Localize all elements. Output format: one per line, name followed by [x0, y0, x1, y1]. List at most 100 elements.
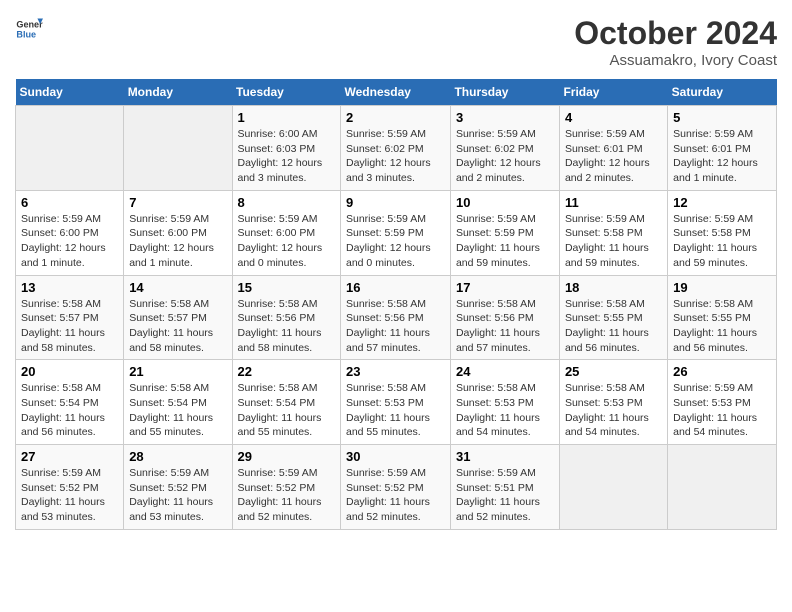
header-day-wednesday: Wednesday: [341, 79, 451, 106]
calendar-cell: 25 Sunrise: 5:58 AM Sunset: 5:53 PM Dayli…: [559, 360, 667, 445]
calendar-cell: 10Sunrise: 5:59 AM Sunset: 5:59 PM Dayli…: [450, 190, 559, 275]
day-number: 24: [456, 364, 554, 379]
day-info: Sunrise: 5:59 AM Sunset: 6:00 PM Dayligh…: [129, 212, 226, 271]
day-number: 9: [346, 195, 445, 210]
day-info: Sunrise: 5:58 AM Sunset: 5:56 PM Dayligh…: [238, 297, 336, 356]
calendar-cell: 13 Sunrise: 5:58 AM Sunset: 5:57 PM Dayli…: [16, 275, 124, 360]
day-number: 25: [565, 364, 662, 379]
header-day-tuesday: Tuesday: [232, 79, 341, 106]
day-info: Sunrise: 5:59 AM Sunset: 6:02 PM Dayligh…: [346, 127, 445, 186]
logo-icon: General Blue: [15, 15, 43, 43]
calendar-cell: 6 Sunrise: 5:59 AM Sunset: 6:00 PM Daylig…: [16, 190, 124, 275]
day-info: Sunrise: 5:58 AM Sunset: 5:53 PM Dayligh…: [346, 381, 445, 440]
day-info: Sunrise: 5:58 AM Sunset: 5:55 PM Dayligh…: [565, 297, 662, 356]
calendar-cell: 19Sunrise: 5:58 AM Sunset: 5:55 PM Dayli…: [668, 275, 777, 360]
day-info: Sunrise: 5:59 AM Sunset: 5:51 PM Dayligh…: [456, 466, 554, 525]
calendar-cell: 22 Sunrise: 5:58 AM Sunset: 5:54 PM Dayli…: [232, 360, 341, 445]
header-day-monday: Monday: [124, 79, 232, 106]
logo: General Blue: [15, 15, 43, 43]
day-info: Sunrise: 5:58 AM Sunset: 5:54 PM Dayligh…: [129, 381, 226, 440]
day-info: Sunrise: 5:59 AM Sunset: 5:52 PM Dayligh…: [346, 466, 445, 525]
day-number: 6: [21, 195, 118, 210]
calendar-cell: 14 Sunrise: 5:58 AM Sunset: 5:57 PM Dayli…: [124, 275, 232, 360]
day-number: 15: [238, 280, 336, 295]
page-header: General Blue October 2024 Assuamakro, Iv…: [15, 15, 777, 69]
calendar-cell: 1 Sunrise: 6:00 AM Sunset: 6:03 PM Daylig…: [232, 106, 341, 191]
calendar-cell: [124, 106, 232, 191]
day-number: 17: [456, 280, 554, 295]
calendar-cell: 26Sunrise: 5:59 AM Sunset: 5:53 PM Dayli…: [668, 360, 777, 445]
calendar-cell: 18Sunrise: 5:58 AM Sunset: 5:55 PM Dayli…: [559, 275, 667, 360]
day-number: 7: [129, 195, 226, 210]
calendar-cell: [16, 106, 124, 191]
header-day-saturday: Saturday: [668, 79, 777, 106]
day-number: 5: [673, 110, 771, 125]
day-info: Sunrise: 5:59 AM Sunset: 5:52 PM Dayligh…: [21, 466, 118, 525]
day-info: Sunrise: 5:58 AM Sunset: 5:53 PM Dayligh…: [565, 381, 662, 440]
calendar-cell: 5 Sunrise: 5:59 AM Sunset: 6:01 PM Daylig…: [668, 106, 777, 191]
day-info: Sunrise: 5:59 AM Sunset: 6:01 PM Dayligh…: [565, 127, 662, 186]
day-number: 16: [346, 280, 445, 295]
day-info: Sunrise: 5:58 AM Sunset: 5:56 PM Dayligh…: [456, 297, 554, 356]
calendar-week-row: 27 Sunrise: 5:59 AM Sunset: 5:52 PM Dayli…: [16, 445, 777, 530]
day-number: 3: [456, 110, 554, 125]
day-info: Sunrise: 6:00 AM Sunset: 6:03 PM Dayligh…: [238, 127, 336, 186]
day-info: Sunrise: 5:59 AM Sunset: 6:02 PM Dayligh…: [456, 127, 554, 186]
calendar-cell: 7 Sunrise: 5:59 AM Sunset: 6:00 PM Daylig…: [124, 190, 232, 275]
day-info: Sunrise: 5:59 AM Sunset: 5:52 PM Dayligh…: [129, 466, 226, 525]
calendar-table: SundayMondayTuesdayWednesdayThursdayFrid…: [15, 79, 777, 530]
day-number: 12: [673, 195, 771, 210]
day-number: 11: [565, 195, 662, 210]
calendar-cell: 9Sunrise: 5:59 AM Sunset: 5:59 PM Daylig…: [341, 190, 451, 275]
calendar-week-row: 6 Sunrise: 5:59 AM Sunset: 6:00 PM Daylig…: [16, 190, 777, 275]
day-info: Sunrise: 5:59 AM Sunset: 6:00 PM Dayligh…: [21, 212, 118, 271]
day-info: Sunrise: 5:59 AM Sunset: 5:53 PM Dayligh…: [673, 381, 771, 440]
day-number: 22: [238, 364, 336, 379]
day-info: Sunrise: 5:59 AM Sunset: 5:59 PM Dayligh…: [456, 212, 554, 271]
day-number: 23: [346, 364, 445, 379]
calendar-cell: 16Sunrise: 5:58 AM Sunset: 5:56 PM Dayli…: [341, 275, 451, 360]
day-info: Sunrise: 5:58 AM Sunset: 5:57 PM Dayligh…: [129, 297, 226, 356]
calendar-week-row: 20Sunrise: 5:58 AM Sunset: 5:54 PM Dayli…: [16, 360, 777, 445]
calendar-cell: 20Sunrise: 5:58 AM Sunset: 5:54 PM Dayli…: [16, 360, 124, 445]
calendar-cell: 2Sunrise: 5:59 AM Sunset: 6:02 PM Daylig…: [341, 106, 451, 191]
calendar-cell: [668, 445, 777, 530]
day-number: 4: [565, 110, 662, 125]
calendar-subtitle: Assuamakro, Ivory Coast: [574, 52, 777, 69]
calendar-cell: 28 Sunrise: 5:59 AM Sunset: 5:52 PM Dayli…: [124, 445, 232, 530]
header-day-sunday: Sunday: [16, 79, 124, 106]
day-number: 30: [346, 449, 445, 464]
calendar-cell: 3 Sunrise: 5:59 AM Sunset: 6:02 PM Daylig…: [450, 106, 559, 191]
header-day-thursday: Thursday: [450, 79, 559, 106]
calendar-cell: [559, 445, 667, 530]
calendar-week-row: 1 Sunrise: 6:00 AM Sunset: 6:03 PM Daylig…: [16, 106, 777, 191]
calendar-cell: 23 Sunrise: 5:58 AM Sunset: 5:53 PM Dayli…: [341, 360, 451, 445]
day-number: 31: [456, 449, 554, 464]
day-info: Sunrise: 5:58 AM Sunset: 5:54 PM Dayligh…: [238, 381, 336, 440]
day-number: 28: [129, 449, 226, 464]
calendar-cell: 31 Sunrise: 5:59 AM Sunset: 5:51 PM Dayli…: [450, 445, 559, 530]
day-info: Sunrise: 5:59 AM Sunset: 5:58 PM Dayligh…: [565, 212, 662, 271]
day-info: Sunrise: 5:58 AM Sunset: 5:54 PM Dayligh…: [21, 381, 118, 440]
day-number: 27: [21, 449, 118, 464]
day-info: Sunrise: 5:59 AM Sunset: 6:01 PM Dayligh…: [673, 127, 771, 186]
header-day-friday: Friday: [559, 79, 667, 106]
day-number: 29: [238, 449, 336, 464]
day-info: Sunrise: 5:58 AM Sunset: 5:57 PM Dayligh…: [21, 297, 118, 356]
day-number: 13: [21, 280, 118, 295]
calendar-cell: 30 Sunrise: 5:59 AM Sunset: 5:52 PM Dayli…: [341, 445, 451, 530]
calendar-week-row: 13 Sunrise: 5:58 AM Sunset: 5:57 PM Dayli…: [16, 275, 777, 360]
day-info: Sunrise: 5:58 AM Sunset: 5:55 PM Dayligh…: [673, 297, 771, 356]
svg-text:Blue: Blue: [16, 29, 36, 39]
day-number: 1: [238, 110, 336, 125]
calendar-title: October 2024: [574, 15, 777, 52]
day-number: 21: [129, 364, 226, 379]
day-number: 8: [238, 195, 336, 210]
calendar-cell: 24 Sunrise: 5:58 AM Sunset: 5:53 PM Dayli…: [450, 360, 559, 445]
calendar-cell: 12Sunrise: 5:59 AM Sunset: 5:58 PM Dayli…: [668, 190, 777, 275]
calendar-cell: 15 Sunrise: 5:58 AM Sunset: 5:56 PM Dayli…: [232, 275, 341, 360]
calendar-cell: 27 Sunrise: 5:59 AM Sunset: 5:52 PM Dayli…: [16, 445, 124, 530]
calendar-cell: 21 Sunrise: 5:58 AM Sunset: 5:54 PM Dayli…: [124, 360, 232, 445]
day-info: Sunrise: 5:58 AM Sunset: 5:53 PM Dayligh…: [456, 381, 554, 440]
day-number: 14: [129, 280, 226, 295]
